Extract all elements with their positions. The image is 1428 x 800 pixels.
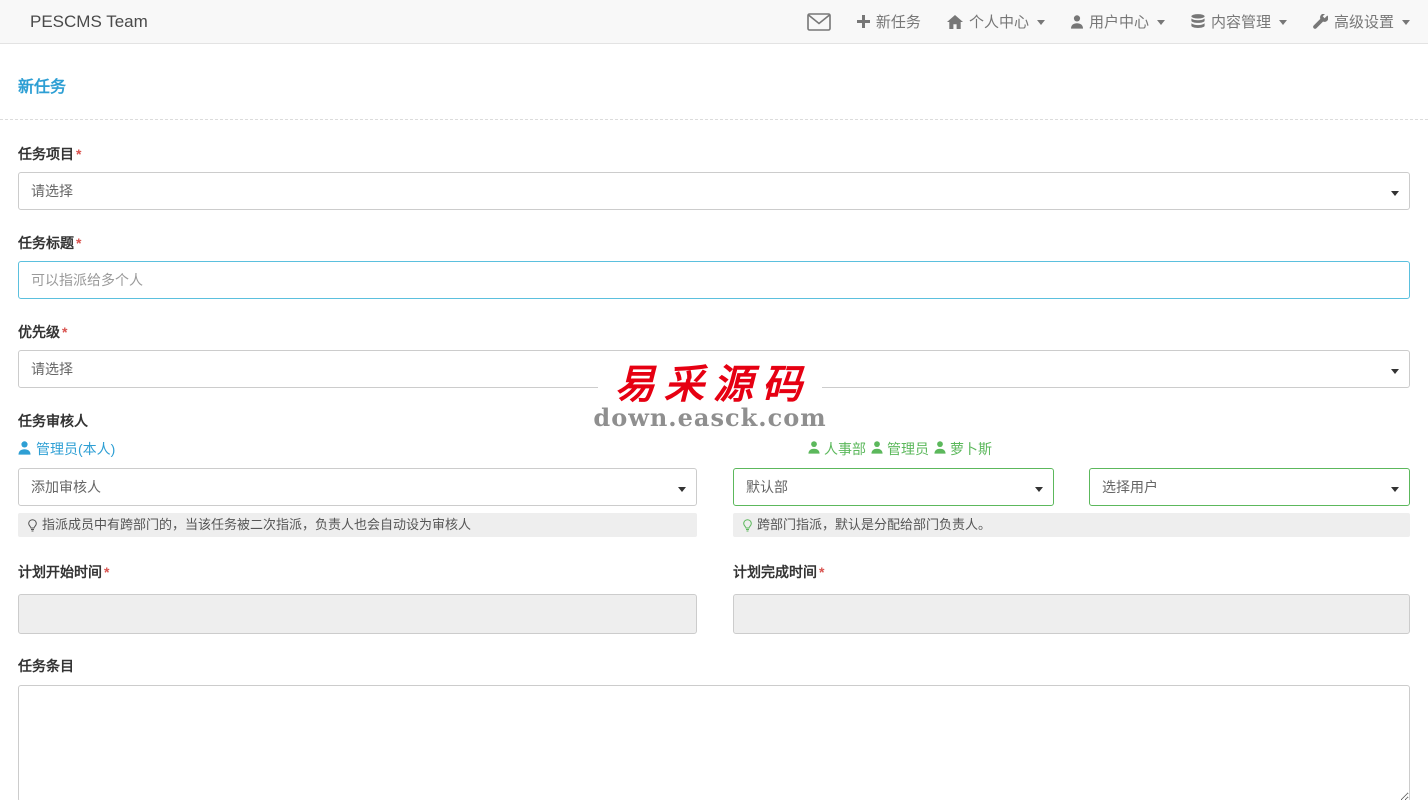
task-title-input[interactable]	[18, 261, 1410, 299]
nav-item-label: 用户中心	[1089, 11, 1149, 32]
start-time-label: 计划开始时间*	[18, 562, 697, 582]
required-asterisk: *	[104, 564, 109, 580]
caret-down-icon	[1391, 361, 1399, 377]
assignee-selects-col: 默认部 选择用户	[733, 468, 1410, 506]
lightbulb-icon	[743, 519, 752, 532]
nav-item-label: 个人中心	[969, 11, 1029, 32]
watermark-url: down.easck.com	[593, 405, 826, 431]
nav-item-label: 新任务	[876, 11, 921, 32]
chevron-down-icon	[1402, 20, 1410, 25]
task-project-select[interactable]: 请选择	[18, 172, 1410, 210]
assigned-member[interactable]: 管理员	[871, 439, 929, 459]
field-task-title: 任务标题*	[18, 233, 1410, 299]
department-select-value: 默认部	[746, 477, 788, 497]
user-icon	[871, 441, 883, 457]
dates-row: 计划开始时间* 计划完成时间*	[18, 562, 1410, 634]
watermark-title: 易采源码	[609, 365, 811, 405]
finish-time-label: 计划完成时间*	[733, 562, 1410, 582]
page-title: 新任务	[18, 73, 1428, 97]
department-select[interactable]: 默认部	[733, 468, 1054, 506]
required-asterisk: *	[819, 564, 824, 580]
reviewer-line: 管理员(本人) 人事部 管理员 萝卜斯	[18, 439, 1410, 459]
assigned-member-name: 人事部	[824, 439, 866, 459]
assignee-hint-text: 跨部门指派，默认是分配给部门负责人。	[757, 518, 991, 532]
nav-item-label: 高级设置	[1334, 11, 1394, 32]
user-select-value: 选择用户	[1102, 477, 1158, 497]
reviewer-hints-row: 指派成员中有跨部门的，当该任务被二次指派，负责人也会自动设为审核人 跨部门指派，…	[18, 513, 1410, 537]
field-start-time: 计划开始时间*	[18, 562, 697, 634]
required-asterisk: *	[76, 235, 81, 251]
nav-advanced-settings[interactable]: 高级设置	[1313, 11, 1410, 32]
navbar-menu: 新任务 个人中心 用户中心 内容管理	[807, 11, 1410, 32]
field-task-project: 任务项目* 请选择	[18, 144, 1410, 210]
task-items-textarea[interactable]	[18, 685, 1410, 800]
nav-content-management[interactable]: 内容管理	[1191, 11, 1287, 32]
user-select[interactable]: 选择用户	[1089, 468, 1410, 506]
chevron-down-icon	[1279, 20, 1287, 25]
task-project-label: 任务项目*	[18, 144, 1410, 164]
user-icon	[934, 441, 946, 457]
user-icon	[808, 441, 820, 457]
app-brand: PESCMS Team	[30, 12, 148, 32]
assigned-member[interactable]: 人事部	[808, 439, 866, 459]
finish-time-input[interactable]	[733, 594, 1410, 634]
chevron-down-icon	[1157, 20, 1165, 25]
watermark: 易采源码 down.easck.com	[598, 362, 822, 434]
assignee-hint: 跨部门指派，默认是分配给部门负责人。	[733, 513, 1410, 537]
caret-down-icon	[678, 479, 686, 495]
assigned-members-list: 人事部 管理员 萝卜斯	[808, 439, 992, 459]
reviewer-hint-text: 指派成员中有跨部门的，当该任务被二次指派，负责人也会自动设为审核人	[42, 518, 471, 532]
reviewer-current-name: 管理员(本人)	[36, 439, 115, 459]
add-reviewer-select[interactable]: 添加审核人	[18, 468, 697, 506]
priority-label: 优先级*	[18, 322, 1410, 342]
reviewer-current[interactable]: 管理员(本人)	[18, 439, 115, 459]
page-header: 新任务	[0, 44, 1428, 120]
user-icon	[18, 441, 31, 458]
add-reviewer-select-value: 添加审核人	[31, 477, 101, 497]
required-asterisk: *	[76, 146, 81, 162]
new-task-form: 任务项目* 请选择 任务标题* 优先级* 请选择 任务审核人	[18, 144, 1410, 800]
wrench-icon	[1313, 14, 1328, 29]
plus-icon	[857, 15, 870, 28]
messages-button[interactable]	[807, 13, 831, 31]
assigned-member-name: 管理员	[887, 439, 929, 459]
database-icon	[1191, 14, 1205, 29]
start-time-input[interactable]	[18, 594, 697, 634]
assigned-member-name: 萝卜斯	[950, 439, 992, 459]
field-task-items: 任务条目 一行一条条目填写。将任务条目明细化，有助于任务的完成和跟踪。指派给多人…	[18, 656, 1410, 800]
assigned-member[interactable]: 萝卜斯	[934, 439, 992, 459]
required-asterisk: *	[62, 324, 67, 340]
lightbulb-icon	[28, 519, 37, 532]
reviewer-selects-row: 添加审核人 默认部 选择用户	[18, 468, 1410, 506]
envelope-icon	[807, 13, 831, 31]
task-title-label: 任务标题*	[18, 233, 1410, 253]
nav-new-task[interactable]: 新任务	[857, 11, 921, 32]
nav-item-label: 内容管理	[1211, 11, 1271, 32]
nav-personal-center[interactable]: 个人中心	[947, 11, 1045, 32]
nav-user-center[interactable]: 用户中心	[1071, 11, 1165, 32]
home-icon	[947, 15, 963, 29]
field-finish-time: 计划完成时间*	[733, 562, 1410, 634]
priority-select-value: 请选择	[31, 359, 73, 379]
user-icon	[1071, 15, 1083, 29]
caret-down-icon	[1035, 479, 1043, 495]
task-items-label: 任务条目	[18, 656, 1410, 676]
chevron-down-icon	[1037, 20, 1045, 25]
top-navbar: PESCMS Team 新任务 个人中心 用户中心	[0, 0, 1428, 44]
reviewer-hint: 指派成员中有跨部门的，当该任务被二次指派，负责人也会自动设为审核人	[18, 513, 697, 537]
caret-down-icon	[1391, 183, 1399, 199]
task-project-select-value: 请选择	[31, 181, 73, 201]
reviewer-select-col: 添加审核人	[18, 468, 697, 506]
caret-down-icon	[1391, 479, 1399, 495]
